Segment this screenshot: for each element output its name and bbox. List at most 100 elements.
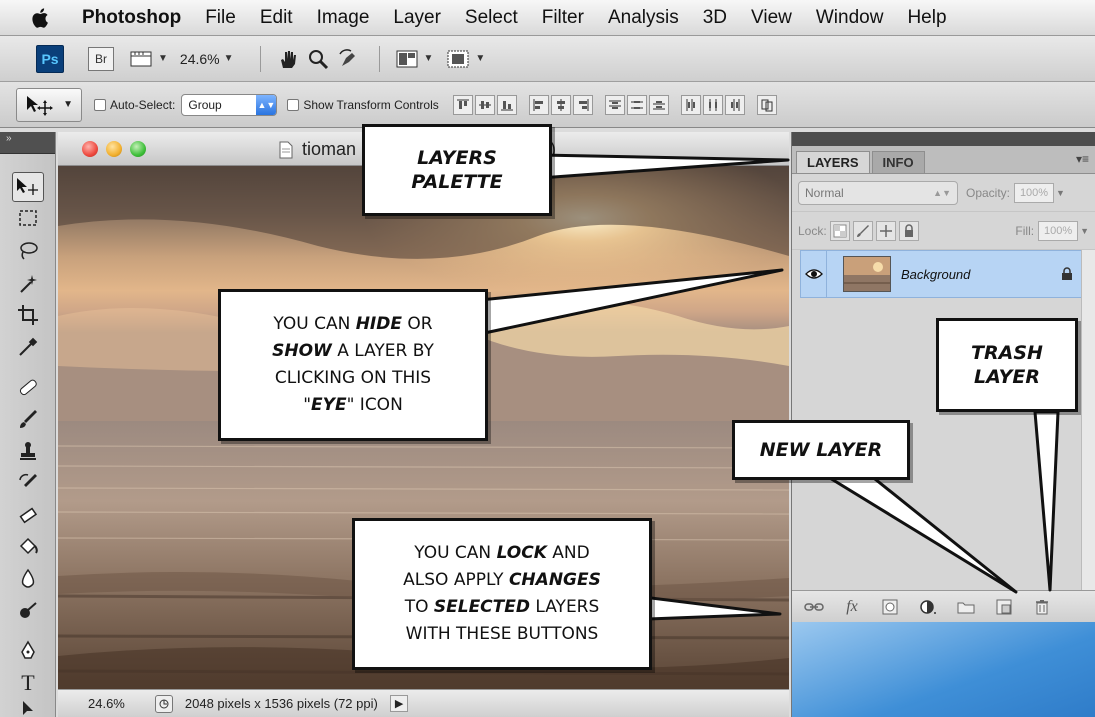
layer-visibility-toggle[interactable] (801, 251, 827, 297)
align-left-icon[interactable] (528, 94, 549, 115)
magic-wand-tool-button[interactable] (12, 268, 44, 298)
group-folder-icon[interactable] (954, 595, 978, 619)
opacity-field[interactable]: 100% (1014, 182, 1055, 203)
auto-align-layers-icon[interactable] (756, 94, 777, 115)
menu-window[interactable]: Window (816, 7, 884, 29)
preset-chevron-down-icon: ▼ (63, 99, 73, 110)
pen-tool-button[interactable] (12, 636, 44, 666)
zoom-level[interactable]: 24.6% (180, 51, 220, 67)
blend-mode-dropdown[interactable]: Normal ▲▼ (798, 180, 958, 205)
fill-field[interactable]: 100% (1038, 220, 1079, 241)
distribute-right-icon[interactable] (724, 94, 745, 115)
menu-file[interactable]: File (205, 7, 236, 29)
zoom-window-button[interactable] (130, 141, 146, 157)
tools-panel-header[interactable]: » (0, 132, 55, 154)
apple-icon[interactable] (30, 5, 52, 31)
menu-image[interactable]: Image (317, 7, 370, 29)
menu-help[interactable]: Help (907, 7, 946, 29)
menu-layer[interactable]: Layer (393, 7, 441, 29)
type-tool-button[interactable]: T (12, 668, 44, 698)
tool-preset-picker[interactable]: ▼ (16, 87, 82, 122)
hand-tool-icon[interactable] (275, 47, 301, 71)
menu-filter[interactable]: Filter (542, 7, 584, 29)
paint-bucket-tool-button[interactable] (12, 532, 44, 562)
dodge-tool-button[interactable] (12, 596, 44, 626)
panel-dock-header[interactable] (792, 132, 1095, 146)
align-vcenter-icon[interactable] (474, 94, 495, 115)
callout-emphasis: SHOW (272, 341, 332, 361)
move-tool-button[interactable] (12, 172, 44, 202)
minimize-window-button[interactable] (106, 141, 122, 157)
align-right-icon[interactable] (572, 94, 593, 115)
layer-row-background[interactable]: Background (800, 250, 1082, 298)
screen-mode-icon[interactable] (445, 47, 471, 71)
tab-info[interactable]: INFO (871, 151, 925, 173)
add-mask-icon[interactable] (878, 595, 902, 619)
callout-new-layer-text: NEW LAYER (759, 439, 883, 461)
path-selection-tool-button[interactable] (12, 698, 44, 717)
screen-mode-chevron-down-icon[interactable]: ▼ (475, 53, 485, 64)
arrange-chevron-down-icon[interactable]: ▼ (424, 53, 434, 64)
status-zoom[interactable]: 24.6% (88, 696, 125, 711)
menu-select[interactable]: Select (465, 7, 518, 29)
updown-arrows-icon: ▲▼ (256, 94, 277, 115)
new-layer-icon[interactable] (992, 595, 1016, 619)
zoom-tool-icon[interactable] (305, 47, 331, 71)
layer-name[interactable]: Background (901, 267, 1053, 282)
lock-image-pixels-icon[interactable] (852, 220, 873, 241)
zoom-chevron-down-icon[interactable]: ▼ (224, 53, 234, 64)
close-window-button[interactable] (82, 141, 98, 157)
auto-select-checkbox[interactable] (94, 98, 106, 111)
crop-tool-button[interactable] (12, 300, 44, 330)
callout-emphasis: SELECTED (433, 597, 530, 617)
menu-edit[interactable]: Edit (260, 7, 293, 29)
fx-icon[interactable]: fx (840, 595, 864, 619)
lock-position-icon[interactable] (875, 220, 896, 241)
tab-layers[interactable]: LAYERS (796, 151, 870, 173)
bridge-button[interactable]: Br (88, 46, 114, 71)
menu-analysis[interactable]: Analysis (608, 7, 679, 29)
menu-3d[interactable]: 3D (703, 7, 727, 29)
fill-chevron-down-icon[interactable]: ▼ (1080, 226, 1089, 236)
distribute-hcenter-icon[interactable] (702, 94, 723, 115)
chevron-down-icon[interactable]: ▼ (158, 53, 168, 64)
lasso-tool-button[interactable] (12, 236, 44, 266)
adjustment-layer-icon[interactable] (916, 595, 940, 619)
brush-tool-button[interactable] (12, 404, 44, 434)
rotate-view-icon[interactable] (335, 47, 361, 71)
layer-thumbnail (843, 256, 891, 292)
blur-tool-button[interactable] (12, 564, 44, 594)
link-layers-icon[interactable] (802, 595, 826, 619)
panel-menu-icon[interactable]: ▾≡ (1076, 152, 1089, 166)
distribute-left-icon[interactable] (680, 94, 701, 115)
history-brush-icon (19, 473, 37, 487)
history-brush-tool-button[interactable] (12, 468, 44, 498)
arrange-documents-icon[interactable] (394, 47, 420, 71)
marquee-tool-button[interactable] (12, 204, 44, 234)
view-extras-icon[interactable] (128, 47, 154, 71)
show-transform-checkbox[interactable] (287, 98, 300, 111)
status-menu-arrow-icon[interactable]: ▶ (389, 695, 409, 712)
align-top-icon[interactable] (452, 94, 473, 115)
menu-photoshop[interactable]: Photoshop (82, 7, 181, 29)
layers-scrollbar[interactable] (1081, 250, 1095, 590)
distribute-bottom-icon[interactable] (648, 94, 669, 115)
auto-select-dropdown[interactable]: Group ▲▼ (181, 93, 278, 116)
document-title: tioman (278, 139, 356, 160)
healing-brush-tool-button[interactable] (12, 372, 44, 402)
eyedropper-tool-button[interactable] (12, 332, 44, 362)
eraser-tool-button[interactable] (12, 500, 44, 530)
clone-stamp-tool-button[interactable] (12, 436, 44, 466)
status-info-icon[interactable] (154, 694, 173, 713)
lock-transparent-pixels-icon[interactable] (829, 220, 850, 241)
distribute-top-icon[interactable] (604, 94, 625, 115)
distribute-vcenter-icon[interactable] (626, 94, 647, 115)
photoshop-logo[interactable]: Ps (36, 44, 64, 73)
lock-all-icon[interactable] (898, 220, 919, 241)
align-bottom-icon[interactable] (496, 94, 517, 115)
opacity-chevron-down-icon[interactable]: ▼ (1056, 188, 1065, 198)
trash-icon[interactable] (1030, 595, 1054, 619)
align-hcenter-icon[interactable] (550, 94, 571, 115)
menu-view[interactable]: View (751, 7, 792, 29)
callout-trash-line2: LAYER (974, 366, 1040, 388)
